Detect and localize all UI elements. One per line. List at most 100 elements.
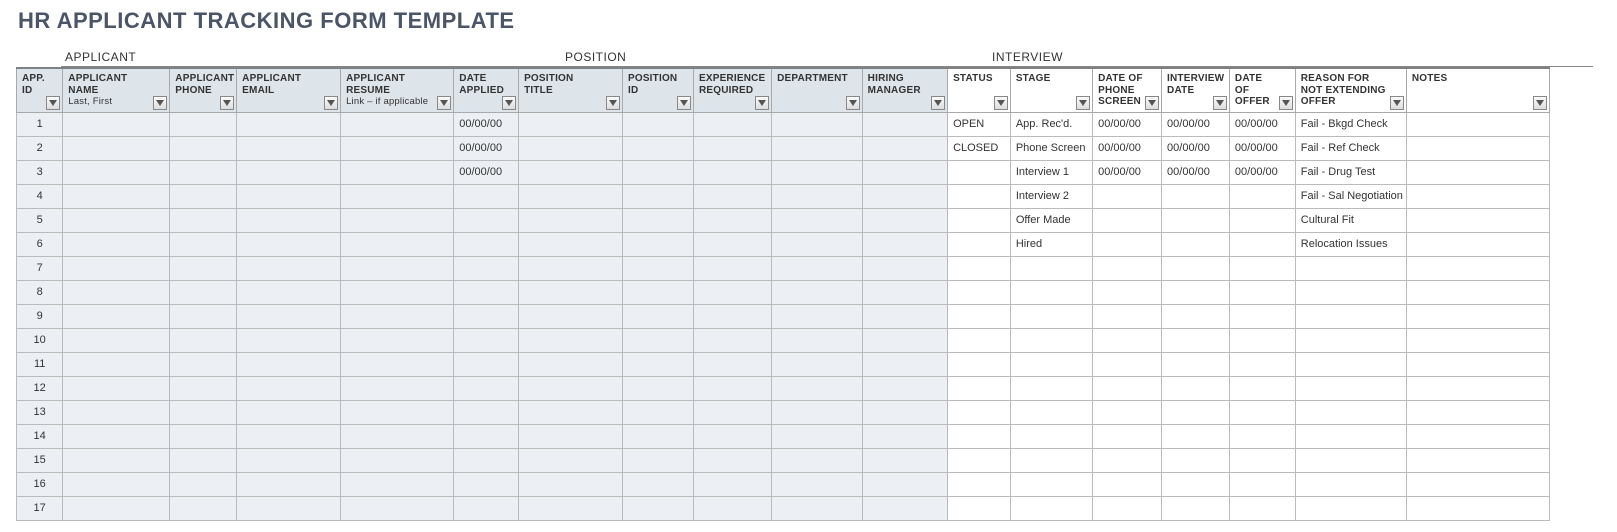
cell[interactable] <box>170 160 237 184</box>
filter-dropdown-icon[interactable] <box>153 96 167 110</box>
cell[interactable] <box>862 112 947 136</box>
cell[interactable] <box>1406 424 1549 448</box>
cell[interactable] <box>948 232 1011 256</box>
cell[interactable] <box>862 376 947 400</box>
cell[interactable] <box>1162 184 1230 208</box>
cell[interactable] <box>519 160 623 184</box>
cell[interactable] <box>1295 424 1406 448</box>
cell[interactable] <box>170 304 237 328</box>
col-header-phone[interactable]: APPLICANT PHONE <box>170 68 237 112</box>
cell[interactable] <box>1229 328 1295 352</box>
col-header-date_applied[interactable]: DATE APPLIED <box>454 68 519 112</box>
cell[interactable] <box>772 232 863 256</box>
cell[interactable] <box>237 208 341 232</box>
filter-dropdown-icon[interactable] <box>324 96 338 110</box>
cell[interactable] <box>948 328 1011 352</box>
cell[interactable] <box>1010 280 1092 304</box>
cell[interactable] <box>772 400 863 424</box>
cell[interactable] <box>1406 328 1549 352</box>
cell[interactable]: 00/00/00 <box>1162 160 1230 184</box>
cell[interactable] <box>693 328 771 352</box>
cell[interactable] <box>1093 328 1162 352</box>
cell[interactable] <box>622 160 693 184</box>
cell[interactable] <box>1295 400 1406 424</box>
cell[interactable] <box>622 232 693 256</box>
cell[interactable]: Relocation Issues <box>1295 232 1406 256</box>
cell[interactable] <box>693 208 771 232</box>
cell[interactable]: Fail - Bkgd Check <box>1295 112 1406 136</box>
cell[interactable] <box>693 280 771 304</box>
cell[interactable] <box>237 280 341 304</box>
cell[interactable] <box>772 160 863 184</box>
cell[interactable] <box>1406 256 1549 280</box>
cell[interactable]: 00/00/00 <box>454 160 519 184</box>
cell[interactable] <box>948 424 1011 448</box>
cell[interactable] <box>693 496 771 520</box>
filter-dropdown-icon[interactable] <box>46 96 60 110</box>
col-header-resume[interactable]: APPLICANT RESUMELink – if applicable <box>341 68 454 112</box>
cell[interactable] <box>519 376 623 400</box>
cell[interactable] <box>693 304 771 328</box>
cell[interactable] <box>1406 448 1549 472</box>
cell[interactable] <box>341 136 454 160</box>
cell[interactable] <box>454 496 519 520</box>
cell[interactable] <box>237 160 341 184</box>
cell[interactable] <box>63 352 170 376</box>
cell[interactable] <box>1010 376 1092 400</box>
cell[interactable] <box>862 160 947 184</box>
cell[interactable] <box>454 304 519 328</box>
cell[interactable]: Offer Made <box>1010 208 1092 232</box>
cell[interactable] <box>341 448 454 472</box>
cell[interactable] <box>693 184 771 208</box>
cell[interactable] <box>1406 184 1549 208</box>
cell[interactable] <box>1406 376 1549 400</box>
cell[interactable] <box>1406 400 1549 424</box>
cell[interactable] <box>693 472 771 496</box>
cell[interactable] <box>1229 496 1295 520</box>
cell[interactable] <box>862 280 947 304</box>
cell[interactable] <box>341 208 454 232</box>
cell[interactable] <box>63 256 170 280</box>
cell[interactable] <box>170 232 237 256</box>
col-header-hiring_manager[interactable]: HIRING MANAGER <box>862 68 947 112</box>
cell[interactable] <box>63 160 170 184</box>
cell[interactable] <box>237 352 341 376</box>
cell[interactable]: 14 <box>17 424 63 448</box>
cell[interactable] <box>170 208 237 232</box>
cell[interactable] <box>454 328 519 352</box>
cell[interactable] <box>1229 184 1295 208</box>
cell[interactable] <box>693 112 771 136</box>
cell[interactable]: 17 <box>17 496 63 520</box>
cell[interactable]: Interview 2 <box>1010 184 1092 208</box>
cell[interactable] <box>948 280 1011 304</box>
cell[interactable] <box>622 208 693 232</box>
col-header-interview_date[interactable]: INTERVIEW DATE <box>1162 68 1230 112</box>
cell[interactable] <box>341 400 454 424</box>
cell[interactable] <box>1010 304 1092 328</box>
cell[interactable] <box>454 376 519 400</box>
cell[interactable]: 00/00/00 <box>1229 160 1295 184</box>
cell[interactable]: 6 <box>17 232 63 256</box>
cell[interactable] <box>772 136 863 160</box>
cell[interactable]: 10 <box>17 328 63 352</box>
cell[interactable]: Fail - Drug Test <box>1295 160 1406 184</box>
cell[interactable] <box>772 328 863 352</box>
cell[interactable] <box>1295 472 1406 496</box>
cell[interactable] <box>63 328 170 352</box>
cell[interactable] <box>519 304 623 328</box>
cell[interactable] <box>862 448 947 472</box>
cell[interactable]: 16 <box>17 472 63 496</box>
cell[interactable] <box>862 328 947 352</box>
cell[interactable] <box>1295 448 1406 472</box>
cell[interactable] <box>622 496 693 520</box>
cell[interactable] <box>63 208 170 232</box>
cell[interactable] <box>1093 232 1162 256</box>
cell[interactable] <box>948 304 1011 328</box>
cell[interactable] <box>454 472 519 496</box>
cell[interactable] <box>693 256 771 280</box>
cell[interactable] <box>1010 472 1092 496</box>
cell[interactable] <box>170 400 237 424</box>
cell[interactable] <box>341 232 454 256</box>
col-header-dps[interactable]: DATE OF PHONE SCREEN <box>1093 68 1162 112</box>
cell[interactable] <box>237 376 341 400</box>
